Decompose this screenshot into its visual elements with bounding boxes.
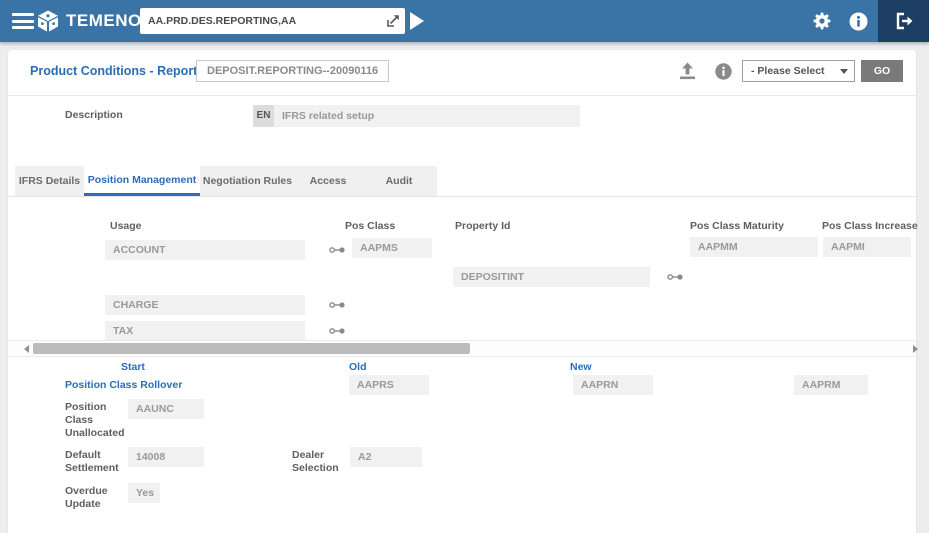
top-navigation-bar: TEMENOS — [0, 0, 929, 42]
tab-ifrs-details[interactable]: IFRS Details — [15, 166, 84, 196]
usage-field-account: ACCOUNT — [105, 240, 305, 260]
label-default-settlement: Default Settlement — [65, 449, 119, 474]
command-input[interactable] — [148, 8, 380, 34]
action-select-value: - Please Select — [751, 65, 825, 77]
tabs-divider — [8, 196, 916, 197]
dealer-selection-field: A2 — [350, 447, 422, 467]
expand-multivalue-icon[interactable] — [667, 272, 684, 282]
help-info-icon[interactable] — [715, 63, 732, 80]
record-id-badge: DEPOSIT.REPORTING--20090116 — [196, 60, 390, 82]
description-field: IFRS related setup — [274, 105, 580, 127]
default-settlement-field: 14008 — [128, 447, 204, 467]
expand-multivalue-icon[interactable] — [329, 326, 346, 336]
column-header-pos-class-increase: Pos Class Increase — [822, 220, 918, 232]
label-overdue-update: Overdue Update — [65, 485, 108, 510]
column-header-start: Start — [121, 361, 145, 373]
tab-access[interactable]: Access — [295, 166, 361, 196]
scroll-right-icon[interactable] — [913, 345, 918, 353]
label-position-class-unallocated: Position Class Unallocated — [65, 401, 125, 439]
pos-class-field: AAPMS — [352, 238, 432, 258]
expand-multivalue-icon[interactable] — [329, 245, 346, 255]
page-title: Product Conditions - Reporting — [30, 64, 217, 78]
pos-class-increase-field: AAPMI — [823, 237, 911, 257]
upload-icon[interactable] — [679, 62, 696, 80]
go-button[interactable]: GO — [861, 60, 903, 82]
position-class-unallocated-field: AAUNC — [128, 399, 204, 419]
description-label: Description — [65, 109, 123, 121]
menu-icon[interactable] — [12, 13, 34, 29]
expand-multivalue-icon[interactable] — [329, 300, 346, 310]
rollover-new-field: AAPRM — [794, 375, 868, 395]
command-bar — [140, 8, 405, 34]
launch-icon[interactable] — [386, 14, 400, 28]
rollover-start-field: AAPRS — [349, 375, 429, 395]
column-header-new: New — [570, 361, 592, 373]
language-badge: EN — [253, 105, 274, 127]
application-window: TEMENOS AA.PRD.DES.REPORTING,AA Product … — [0, 0, 929, 533]
info-icon[interactable] — [849, 12, 868, 31]
column-header-old: Old — [349, 361, 367, 373]
tab-audit[interactable]: Audit — [361, 166, 437, 196]
column-header-usage: Usage — [110, 220, 142, 232]
scroll-left-icon[interactable] — [24, 345, 29, 353]
pos-class-maturity-field: AAPMM — [690, 237, 818, 257]
tab-position-management[interactable]: Position Management — [84, 166, 200, 196]
rollover-old-field: AAPRN — [573, 375, 653, 395]
temenos-logo-icon — [38, 10, 58, 32]
chevron-down-icon — [840, 69, 848, 74]
column-header-pos-class: Pos Class — [345, 220, 396, 232]
property-id-field: DEPOSITINT — [453, 267, 650, 287]
sign-out-section[interactable] — [878, 0, 929, 42]
temenos-logo: TEMENOS — [36, 9, 154, 33]
sign-out-icon — [896, 12, 912, 30]
column-header-pos-class-maturity: Pos Class Maturity — [690, 220, 784, 232]
run-icon[interactable] — [409, 11, 425, 31]
horizontal-scrollbar-thumb[interactable] — [33, 343, 470, 354]
overdue-update-field: Yes — [128, 483, 160, 503]
label-dealer-selection: Dealer Selection — [292, 449, 339, 474]
column-header-property-id: Property Id — [455, 220, 511, 232]
row-label-position-class-rollover: Position Class Rollover — [65, 379, 183, 391]
action-select[interactable]: - Please Select — [742, 60, 855, 82]
toolbar-divider — [8, 95, 916, 96]
tab-negotiation-rules[interactable]: Negotiation Rules — [200, 166, 295, 196]
usage-field-tax: TAX — [105, 321, 305, 341]
usage-field-charge: CHARGE — [105, 295, 305, 315]
settings-gear-icon[interactable] — [813, 12, 831, 30]
